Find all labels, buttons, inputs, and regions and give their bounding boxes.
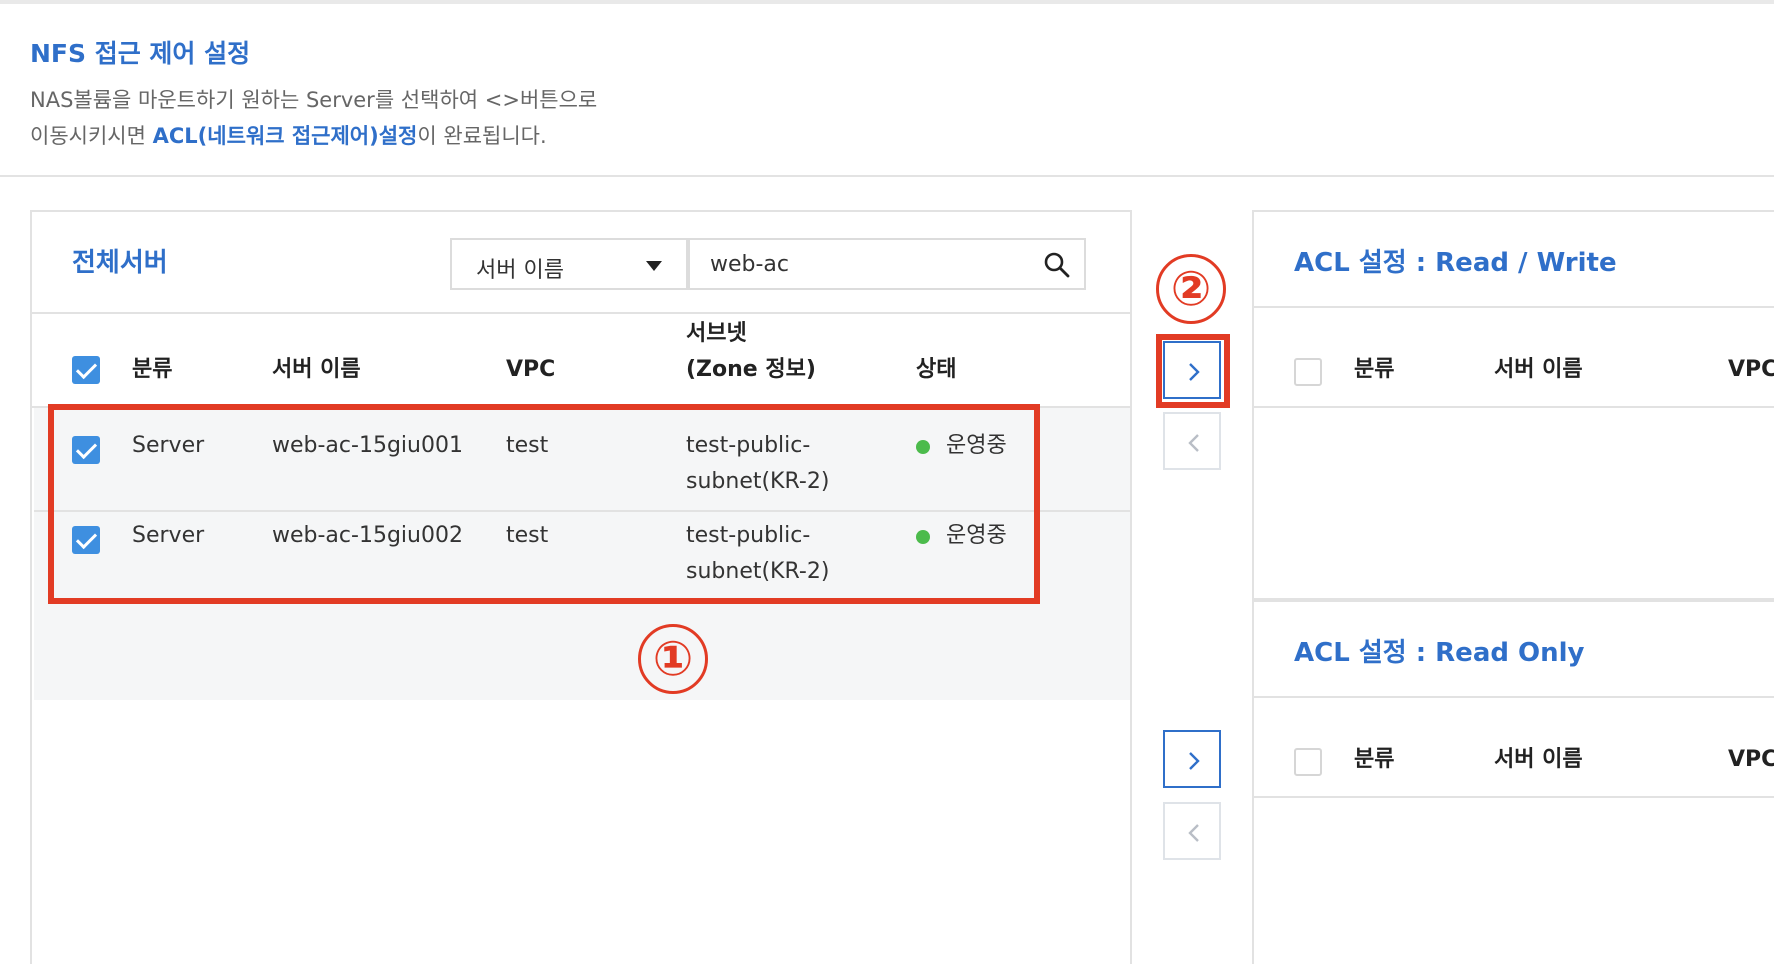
column-header-subnet: 서브넷 (Zone 정보) [686, 316, 816, 388]
description-prefix: 이동시키시면 [30, 124, 153, 148]
chevron-left-icon [1188, 434, 1199, 452]
select-all-checkbox[interactable] [1294, 748, 1322, 776]
table-header-divider [1254, 406, 1774, 408]
table-header-divider [1254, 796, 1774, 798]
search-icon[interactable] [1042, 250, 1072, 280]
page-title: NFS 접근 제어 설정 [30, 39, 251, 68]
acl-read-only-panel: ACL 설정 : Read Only 분류 서버 이름 VPC [1252, 600, 1774, 964]
column-header-name: 서버 이름 [1494, 357, 1583, 382]
top-border [0, 0, 1774, 4]
description-suffix: 이 완료됩니다. [417, 124, 547, 148]
step-2-marker: ② [1156, 254, 1226, 324]
search-field-select[interactable]: 서버 이름 [450, 238, 688, 290]
selection-highlight [48, 404, 1040, 604]
step-1-marker: ① [638, 624, 708, 694]
column-header-vpc: VPC [1728, 357, 1774, 382]
column-header-type: 분류 [1354, 357, 1395, 382]
panel-divider [1254, 696, 1774, 698]
move-to-ro-button[interactable] [1163, 730, 1221, 788]
description-highlight: ACL(네트워크 접근제어)설정 [152, 124, 418, 148]
description-line-2: 이동시키시면 ACL(네트워크 접근제어)설정이 완료됩니다. [30, 118, 597, 154]
all-servers-title: 전체서버 [72, 248, 168, 278]
column-header-subnet-line2: (Zone 정보) [686, 357, 816, 382]
select-all-checkbox[interactable] [1294, 358, 1322, 386]
chevron-left-icon [1188, 824, 1199, 842]
move-to-rw-button[interactable] [1163, 341, 1221, 399]
column-header-subnet-line1: 서브넷 [686, 321, 747, 346]
chevron-right-icon [1189, 363, 1200, 381]
search-input[interactable] [688, 238, 1086, 290]
chevron-right-icon [1189, 752, 1200, 770]
acl-read-write-panel: ACL 설정 : Read / Write 분류 서버 이름 VPC [1252, 210, 1774, 600]
remove-from-rw-button[interactable] [1163, 412, 1221, 470]
column-header-type: 분류 [1354, 747, 1395, 772]
column-header-type: 분류 [132, 357, 173, 382]
select-all-checkbox[interactable] [72, 356, 100, 384]
panel-divider [32, 312, 1130, 314]
column-header-status: 상태 [916, 357, 957, 382]
remove-from-ro-button[interactable] [1163, 802, 1221, 860]
column-header-name: 서버 이름 [272, 357, 361, 382]
header-divider [0, 175, 1774, 177]
description-line-1: NAS볼륨을 마운트하기 원하는 Server를 선택하여 <>버튼으로 [30, 88, 598, 112]
column-header-vpc: VPC [506, 357, 556, 382]
caret-down-icon [646, 261, 662, 271]
page-description: NAS볼륨을 마운트하기 원하는 Server를 선택하여 <>버튼으로 이동시… [30, 82, 597, 154]
panel-divider [1254, 306, 1774, 308]
column-header-vpc: VPC [1728, 747, 1774, 772]
column-header-name: 서버 이름 [1494, 747, 1583, 772]
search-field-select-value: 서버 이름 [476, 258, 564, 283]
acl-read-only-title: ACL 설정 : Read Only [1294, 638, 1585, 668]
acl-read-write-title: ACL 설정 : Read / Write [1294, 248, 1617, 278]
